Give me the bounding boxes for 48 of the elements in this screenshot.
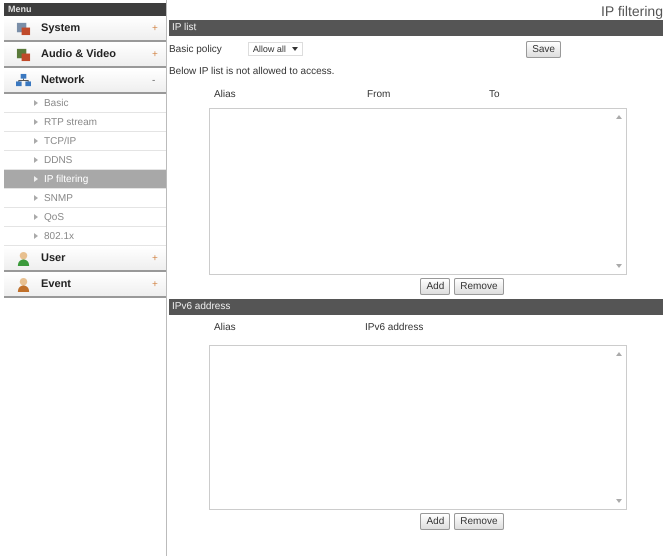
menu-header: Menu [4, 3, 166, 16]
expand-sign: - [152, 74, 156, 86]
menu-item[interactable]: TCP/IP [4, 132, 166, 151]
scroll-up-icon[interactable] [616, 352, 622, 356]
menu-item[interactable]: SNMP [4, 189, 166, 208]
menu-group-label: System [41, 22, 82, 34]
bullet-icon [34, 138, 38, 144]
menu-group-label: Event [41, 278, 72, 290]
column-header: From [367, 89, 390, 100]
policy-label: Basic policy [169, 44, 222, 54]
bullet-icon [34, 233, 38, 239]
remove-button[interactable]: Remove [454, 278, 504, 295]
person-icon [16, 250, 31, 266]
column-header: Alias [214, 89, 236, 100]
bullet-icon [34, 176, 38, 182]
add-button[interactable]: Add [420, 513, 450, 530]
bullet-icon [34, 100, 38, 106]
expand-sign: + [152, 278, 159, 290]
remove-button[interactable]: Remove [454, 513, 504, 530]
bullet-icon [34, 195, 38, 201]
menu-item[interactable]: Basic [4, 94, 166, 113]
scroll-down-icon[interactable] [616, 264, 622, 268]
add-button[interactable]: Add [420, 278, 450, 295]
menu-group-label: Network [41, 74, 86, 86]
menu-item[interactable]: RTP stream [4, 113, 166, 132]
column-header: IPv6 address [365, 322, 424, 333]
menu-group-label: User [41, 252, 66, 264]
column-header: Alias [214, 322, 236, 333]
expand-sign: + [152, 48, 159, 60]
section-header: IPv6 address [169, 299, 663, 315]
page-title: IP filtering [600, 2, 663, 20]
save-button[interactable]: Save [526, 40, 561, 58]
bullet-icon [34, 214, 38, 220]
section-header: IP list [169, 20, 663, 36]
person-icon [16, 276, 31, 292]
column-header: To [489, 89, 500, 100]
bullet-icon [34, 157, 38, 163]
bullet-icon [34, 119, 38, 125]
scroll-down-icon[interactable] [616, 499, 622, 503]
scroll-up-icon[interactable] [616, 115, 622, 119]
policy-dropdown[interactable]: Allow all [248, 42, 303, 56]
network-icon [16, 72, 31, 88]
caret-icon [292, 47, 298, 51]
menu-item[interactable]: QoS [4, 208, 166, 227]
expand-sign: + [152, 252, 159, 264]
expand-sign: + [152, 22, 159, 34]
note-text: Below IP list is not allowed to access. [169, 65, 336, 79]
menu-group-label: Audio & Video [41, 48, 117, 60]
